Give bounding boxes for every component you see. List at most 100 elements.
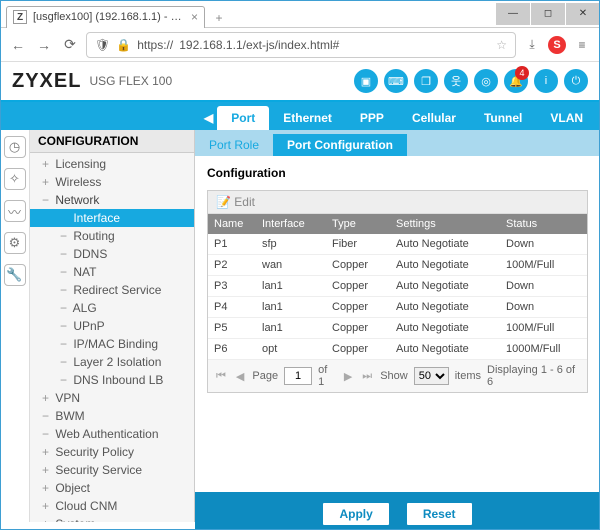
model-label: USG FLEX 100 bbox=[89, 74, 172, 88]
sidebar-item-web-authentication[interactable]: − Web Authentication bbox=[30, 425, 194, 443]
tab-ppp[interactable]: PPP bbox=[346, 106, 398, 130]
col-interface[interactable]: Interface bbox=[256, 214, 326, 234]
cell-settings: Auto Negotiate bbox=[390, 318, 500, 338]
minimize-button[interactable]: — bbox=[496, 3, 530, 25]
tree-toggle-icon: + bbox=[42, 391, 52, 405]
sidebar-item-routing[interactable]: − Routing bbox=[30, 227, 194, 245]
window-controls: — ◻ ✕ bbox=[495, 3, 600, 25]
sidebar-item-ip-mac-binding[interactable]: − IP/MAC Binding bbox=[30, 335, 194, 353]
new-tab-button[interactable]: + bbox=[211, 10, 227, 26]
sidebar-item-label: Security Policy bbox=[52, 445, 134, 459]
sidebar-item-redirect-service[interactable]: − Redirect Service bbox=[30, 281, 194, 299]
page-next-icon[interactable]: ▶ bbox=[342, 370, 354, 383]
page-first-icon[interactable]: ⏮ bbox=[214, 370, 228, 383]
tree-toggle-icon: − bbox=[60, 355, 70, 369]
sidebar-item-label: IP/MAC Binding bbox=[70, 337, 158, 351]
maximize-button[interactable]: ◻ bbox=[531, 3, 565, 25]
back-button[interactable]: ← bbox=[8, 35, 28, 55]
dashboard-icon[interactable]: ◷ bbox=[4, 136, 26, 158]
console-icon[interactable]: ▣ bbox=[354, 69, 378, 93]
sidebar-item-object[interactable]: + Object bbox=[30, 479, 194, 497]
tree-toggle-icon: + bbox=[42, 499, 52, 513]
sidebar-item-security-service[interactable]: + Security Service bbox=[30, 461, 194, 479]
notification-bell-icon[interactable]: 🔔4 bbox=[504, 69, 528, 93]
subtab-port-configuration[interactable]: Port Configuration bbox=[273, 134, 407, 156]
tab-tunnel[interactable]: Tunnel bbox=[470, 106, 536, 130]
col-settings[interactable]: Settings bbox=[390, 214, 500, 234]
table-row[interactable]: P6optCopperAuto Negotiate1000M/Full bbox=[208, 339, 587, 360]
shield-icon: 🛡 bbox=[95, 38, 110, 52]
object-icon[interactable]: ◎ bbox=[474, 69, 498, 93]
table-row[interactable]: P3lan1CopperAuto NegotiateDown bbox=[208, 276, 587, 297]
tab-vlan[interactable]: VLAN bbox=[536, 106, 597, 130]
page-input[interactable] bbox=[284, 367, 312, 385]
section-title: Configuration bbox=[207, 166, 588, 180]
cell-type: Copper bbox=[326, 339, 390, 359]
sidebar-item-label: System bbox=[52, 517, 95, 522]
sidebar-item-bwm[interactable]: − BWM bbox=[30, 407, 194, 425]
sidebar-item-cloud-cnm[interactable]: + Cloud CNM bbox=[30, 497, 194, 515]
browser-tab[interactable]: Z [usgflex100] (192.168.1.1) - ZyXEL × bbox=[6, 6, 205, 28]
sidebar-item-label: NAT bbox=[70, 265, 96, 279]
ref-icon[interactable]: ❐ bbox=[414, 69, 438, 93]
col-status[interactable]: Status bbox=[500, 214, 587, 234]
tab-ethernet[interactable]: Ethernet bbox=[269, 106, 346, 130]
url-input[interactable]: 🛡 🔒 https://192.168.1.1/ext-js/index.htm… bbox=[86, 32, 516, 58]
sidebar-item-ddns[interactable]: − DDNS bbox=[30, 245, 194, 263]
sidebar-item-upnp[interactable]: − UPnP bbox=[30, 317, 194, 335]
menu-button[interactable]: ≡ bbox=[572, 35, 592, 55]
page-size-select[interactable]: 50 bbox=[414, 367, 449, 385]
cell-iface: lan1 bbox=[256, 318, 326, 338]
sidebar-item-alg[interactable]: − ALG bbox=[30, 299, 194, 317]
apply-button[interactable]: Apply bbox=[322, 502, 389, 526]
sidebar-item-wireless[interactable]: + Wireless bbox=[30, 173, 194, 191]
sidebar-item-vpn[interactable]: + VPN bbox=[30, 389, 194, 407]
extension-icon[interactable]: S bbox=[548, 36, 566, 54]
reload-button[interactable]: ⟳ bbox=[60, 35, 80, 55]
logout-icon[interactable]: ⏻ bbox=[564, 69, 588, 93]
configuration-icon[interactable]: ⚙ bbox=[4, 232, 26, 254]
sidebar-item-interface[interactable]: Interface bbox=[30, 209, 194, 227]
sidebar-item-system[interactable]: + System bbox=[30, 515, 194, 522]
table-row[interactable]: P2wanCopperAuto Negotiate100M/Full bbox=[208, 255, 587, 276]
close-window-button[interactable]: ✕ bbox=[566, 3, 600, 25]
col-type[interactable]: Type bbox=[326, 214, 390, 234]
sitemap-icon[interactable]: 웃 bbox=[444, 69, 468, 93]
favicon: Z bbox=[13, 10, 27, 24]
subtab-port-role[interactable]: Port Role bbox=[195, 134, 273, 156]
col-name[interactable]: Name bbox=[208, 214, 256, 234]
wizard-icon[interactable]: ✧ bbox=[4, 168, 26, 190]
monitor-icon[interactable]: 〰 bbox=[4, 200, 26, 222]
cell-name: P2 bbox=[208, 255, 256, 275]
sidebar-item-network[interactable]: − Network bbox=[30, 191, 194, 209]
bookmark-star-icon[interactable]: ☆ bbox=[496, 38, 507, 52]
tab-scroll-left[interactable]: ◀ bbox=[200, 106, 217, 130]
close-tab-icon[interactable]: × bbox=[191, 10, 198, 24]
port-grid: 📝 Edit Name Interface Type Settings Stat… bbox=[207, 190, 588, 393]
sidebar-item-dns-inbound-lb[interactable]: − DNS Inbound LB bbox=[30, 371, 194, 389]
sidebar-item-security-policy[interactable]: + Security Policy bbox=[30, 443, 194, 461]
edit-button[interactable]: Edit bbox=[234, 195, 255, 209]
help-icon[interactable]: i bbox=[534, 69, 558, 93]
maintenance-icon[interactable]: 🔧 bbox=[4, 264, 26, 286]
table-row[interactable]: P5lan1CopperAuto Negotiate100M/Full bbox=[208, 318, 587, 339]
main-panel: Port RolePort Configuration Configuratio… bbox=[195, 130, 600, 522]
cli-icon[interactable]: ⌨ bbox=[384, 69, 408, 93]
sidebar-item-layer-2-isolation[interactable]: − Layer 2 Isolation bbox=[30, 353, 194, 371]
download-icon[interactable]: ⤓ bbox=[522, 35, 542, 55]
tree-toggle-icon: + bbox=[42, 463, 52, 477]
page-prev-icon[interactable]: ◀ bbox=[234, 370, 246, 383]
page-last-icon[interactable]: ⏭ bbox=[360, 370, 374, 383]
tree-toggle-icon: + bbox=[42, 481, 52, 495]
sidebar-item-licensing[interactable]: + Licensing bbox=[30, 155, 194, 173]
sidebar-item-label: Web Authentication bbox=[52, 427, 159, 441]
tab-cellular[interactable]: Cellular bbox=[398, 106, 470, 130]
table-row[interactable]: P1sfpFiberAuto NegotiateDown bbox=[208, 234, 587, 255]
reset-button[interactable]: Reset bbox=[406, 502, 473, 526]
cell-settings: Auto Negotiate bbox=[390, 339, 500, 359]
lock-icon: 🔒 bbox=[116, 38, 131, 52]
tab-port[interactable]: Port bbox=[217, 106, 269, 130]
sidebar-item-nat[interactable]: − NAT bbox=[30, 263, 194, 281]
table-row[interactable]: P4lan1CopperAuto NegotiateDown bbox=[208, 297, 587, 318]
forward-button[interactable]: → bbox=[34, 35, 54, 55]
